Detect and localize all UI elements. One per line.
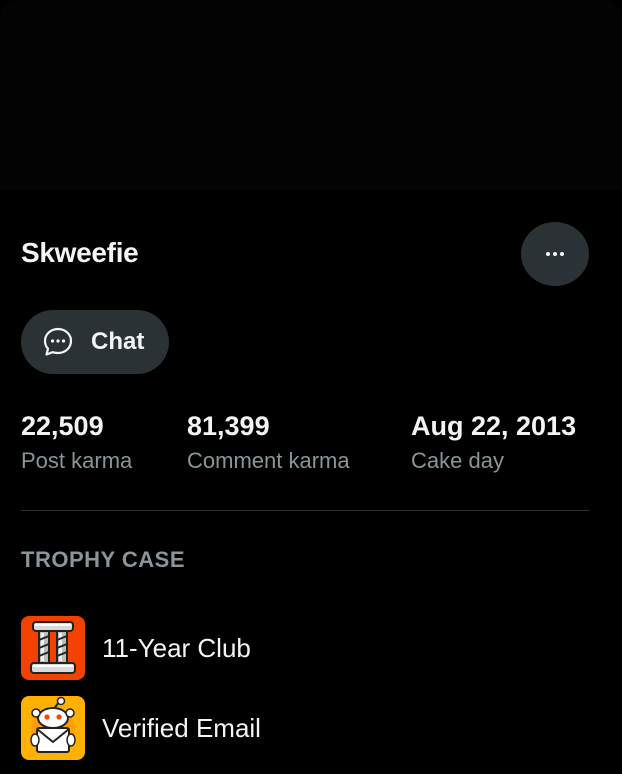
trophy-name: Verified Email — [102, 712, 261, 743]
trophy-name: 11-Year Club — [102, 632, 251, 663]
profile-card: Skweefie Chat 22,509 Post karma 81,399 C… — [0, 0, 622, 774]
cake-day-label: Cake day — [411, 448, 504, 473]
trophy-item-11-year-club[interactable]: 11-Year Club — [21, 616, 251, 680]
ellipsis-icon — [546, 252, 564, 256]
stat-post-karma: 22,509 Post karma — [21, 410, 132, 475]
divider — [21, 510, 589, 511]
verified-email-icon — [21, 696, 85, 760]
chat-button[interactable]: Chat — [21, 310, 169, 374]
comment-karma-label: Comment karma — [187, 448, 350, 473]
trophy-case-title: TROPHY CASE — [21, 547, 186, 572]
stat-comment-karma: 81,399 Comment karma — [187, 410, 350, 475]
profile-banner — [0, 0, 622, 190]
post-karma-value: 22,509 — [21, 411, 104, 441]
username: Skweefie — [21, 237, 139, 268]
trophy-item-verified-email[interactable]: Verified Email — [21, 696, 261, 760]
more-options-button[interactable] — [521, 222, 589, 286]
stat-cake-day: Aug 22, 2013 Cake day — [411, 410, 576, 475]
comment-karma-value: 81,399 — [187, 411, 270, 441]
chat-label: Chat — [91, 328, 145, 355]
post-karma-label: Post karma — [21, 448, 133, 473]
chat-bubble-icon — [43, 327, 73, 356]
cake-day-value: Aug 22, 2013 — [411, 411, 577, 441]
eleven-year-club-icon — [21, 616, 85, 680]
